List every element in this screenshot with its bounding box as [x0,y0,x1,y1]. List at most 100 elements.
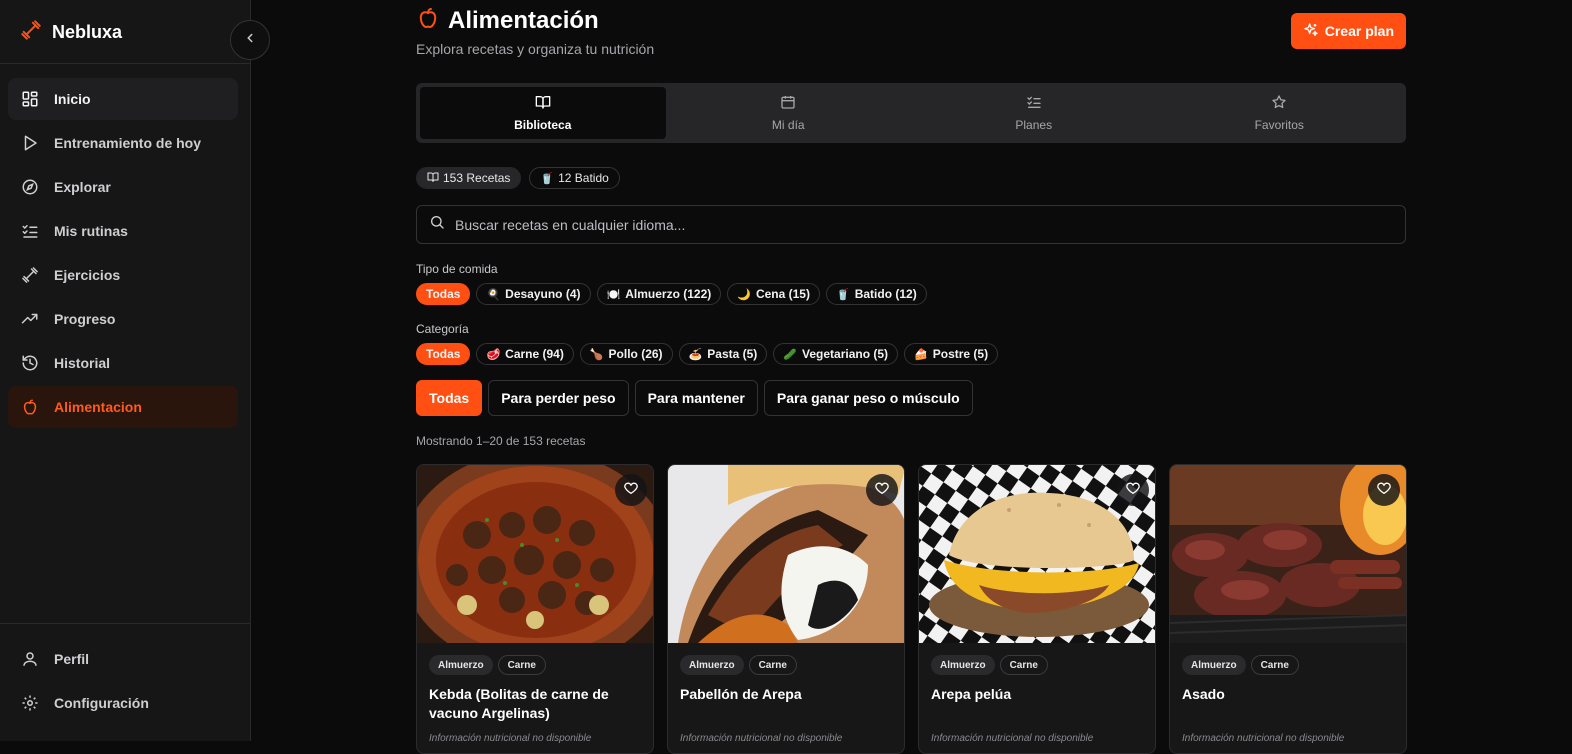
badge-label: 12 Batido [558,171,609,185]
badge-label: 153 Recetas [443,171,511,185]
sidebar-item-progreso[interactable]: Progreso [8,298,238,340]
goal-perder-peso-button[interactable]: Para perder peso [488,380,629,416]
meal-tag: Almuerzo [1182,655,1246,675]
recipe-card[interactable]: Almuerzo Carne Arepa pelúa Información n… [918,464,1156,754]
meal-chip-desayuno[interactable]: 🍳 Desayuno (4) [476,283,591,305]
recipe-grid: Almuerzo Carne Kebda (Bolitas de carne d… [416,464,1407,754]
search-icon [429,214,445,235]
recipe-card[interactable]: Almuerzo Carne Kebda (Bolitas de carne d… [416,464,654,754]
sidebar-divider [0,63,251,64]
page-subtitle: Explora recetas y organiza tu nutrición [416,41,655,57]
brand-name: Nebluxa [52,21,123,42]
sidebar-item-label: Configuración [54,695,149,711]
brand[interactable]: Nebluxa [20,19,123,44]
sidebar-item-label: Historial [54,355,111,371]
favorite-button[interactable] [1117,474,1149,506]
recipe-counters: 153 Recetas 🥤 12 Batido [416,167,620,189]
chip-label: Desayuno (4) [505,287,581,301]
sidebar-collapse-button[interactable] [230,20,270,60]
view-tabs: Biblioteca Mi día Planes Favoritos [416,83,1406,143]
recipe-image [417,465,653,643]
cucumber-icon: 🥒 [783,348,797,361]
recipe-search [416,205,1406,244]
cake-icon: 🍰 [914,348,928,361]
egg-icon: 🍳 [486,288,501,301]
heart-icon [623,480,639,501]
create-plan-button[interactable]: Crear plan [1290,13,1406,49]
category-tag: Carne [748,655,797,675]
sidebar-item-alimentacion[interactable]: Alimentacion [8,386,238,428]
tab-favoritos[interactable]: Favoritos [1157,87,1403,139]
apple-icon [416,6,440,35]
goal-ganar-peso-button[interactable]: Para ganar peso o músculo [763,380,973,416]
category-chip-postre[interactable]: 🍰 Postre (5) [904,343,999,365]
meal-chip-batido[interactable]: 🥤 Batido (12) [825,283,927,305]
sidebar-item-label: Entrenamiento de hoy [54,135,202,151]
category-chip-todas[interactable]: Todas [416,343,471,365]
sidebar-divider [0,623,251,624]
meal-tag: Almuerzo [931,655,995,675]
favorite-button[interactable] [615,474,647,506]
sidebar-item-label: Alimentacion [54,399,142,415]
nutrition-note: Información nutricional no disponible [1182,733,1345,744]
cup-icon: 🥤 [835,288,850,301]
chip-label: Pasta (5) [707,347,758,361]
page-header: Alimentación [416,6,599,35]
sidebar-item-configuracion[interactable]: Configuración [8,682,238,724]
goal-mantener-button[interactable]: Para mantener [634,380,758,416]
tab-biblioteca[interactable]: Biblioteca [420,87,666,139]
book-icon [427,171,439,186]
sidebar-nav: Inicio Entrenamiento de hoy Explorar Mis… [8,78,238,430]
search-input[interactable] [455,216,1355,233]
recipe-tags: Almuerzo Carne [931,655,1048,675]
sidebar-item-explorar[interactable]: Explorar [8,166,238,208]
category-chip-vegetariano[interactable]: 🥒 Vegetariano (5) [773,343,899,365]
recipe-card[interactable]: Almuerzo Carne Asado Información nutrici… [1169,464,1407,754]
tab-planes[interactable]: Planes [911,87,1157,139]
pasta-icon: 🍝 [688,348,703,361]
heart-icon [1125,480,1141,501]
meal-chip-almuerzo[interactable]: 🍽️ Almuerzo (122) [596,283,722,305]
tab-mi-dia[interactable]: Mi día [666,87,912,139]
list-check-icon [1026,94,1042,113]
sidebar-item-mis-rutinas[interactable]: Mis rutinas [8,210,238,252]
recipe-tags: Almuerzo Carne [680,655,797,675]
calendar-icon [780,94,796,113]
meal-chip-cena[interactable]: 🌙 Cena (15) [727,283,820,305]
goal-todas-button[interactable]: Todas [416,380,483,416]
chip-label: Todas [426,347,461,361]
history-icon [20,353,40,373]
sidebar-item-label: Progreso [54,311,116,327]
category-chips: Todas 🥩 Carne (94) 🍗 Pollo (26) 🍝 Pasta (5)… [416,343,999,365]
recipe-card[interactable]: Almuerzo Carne Pabellón de Arepa Informa… [667,464,905,754]
heart-icon [874,480,890,501]
favorite-button[interactable] [1368,474,1400,506]
category-tag: Carne [497,655,546,675]
category-chip-pollo[interactable]: 🍗 Pollo (26) [579,343,673,365]
tab-label: Biblioteca [514,118,572,132]
chevron-left-icon [243,31,257,50]
category-tag: Carne [999,655,1048,675]
meal-chip-todas[interactable]: Todas [416,283,471,305]
gear-icon [20,693,40,713]
sidebar-item-label: Ejercicios [54,267,121,283]
sidebar-item-perfil[interactable]: Perfil [8,638,238,680]
user-icon [20,649,40,669]
dashboard-icon [20,89,40,109]
recipe-image [668,465,904,643]
sidebar-item-inicio[interactable]: Inicio [8,78,238,120]
sidebar-item-entrenamiento[interactable]: Entrenamiento de hoy [8,122,238,164]
meal-tag: Almuerzo [680,655,744,675]
recipe-tags: Almuerzo Carne [429,655,546,675]
book-icon [535,94,551,113]
favorite-button[interactable] [866,474,898,506]
category-chip-pasta[interactable]: 🍝 Pasta (5) [678,343,768,365]
sidebar-item-label: Explorar [54,179,111,195]
chip-label: Cena (15) [755,287,810,301]
sidebar-item-ejercicios[interactable]: Ejercicios [8,254,238,296]
chip-label: Carne (94) [505,347,564,361]
create-plan-label: Crear plan [1324,23,1394,39]
sidebar-item-historial[interactable]: Historial [8,342,238,384]
sparkles-icon [1303,22,1319,41]
category-chip-carne[interactable]: 🥩 Carne (94) [476,343,574,365]
